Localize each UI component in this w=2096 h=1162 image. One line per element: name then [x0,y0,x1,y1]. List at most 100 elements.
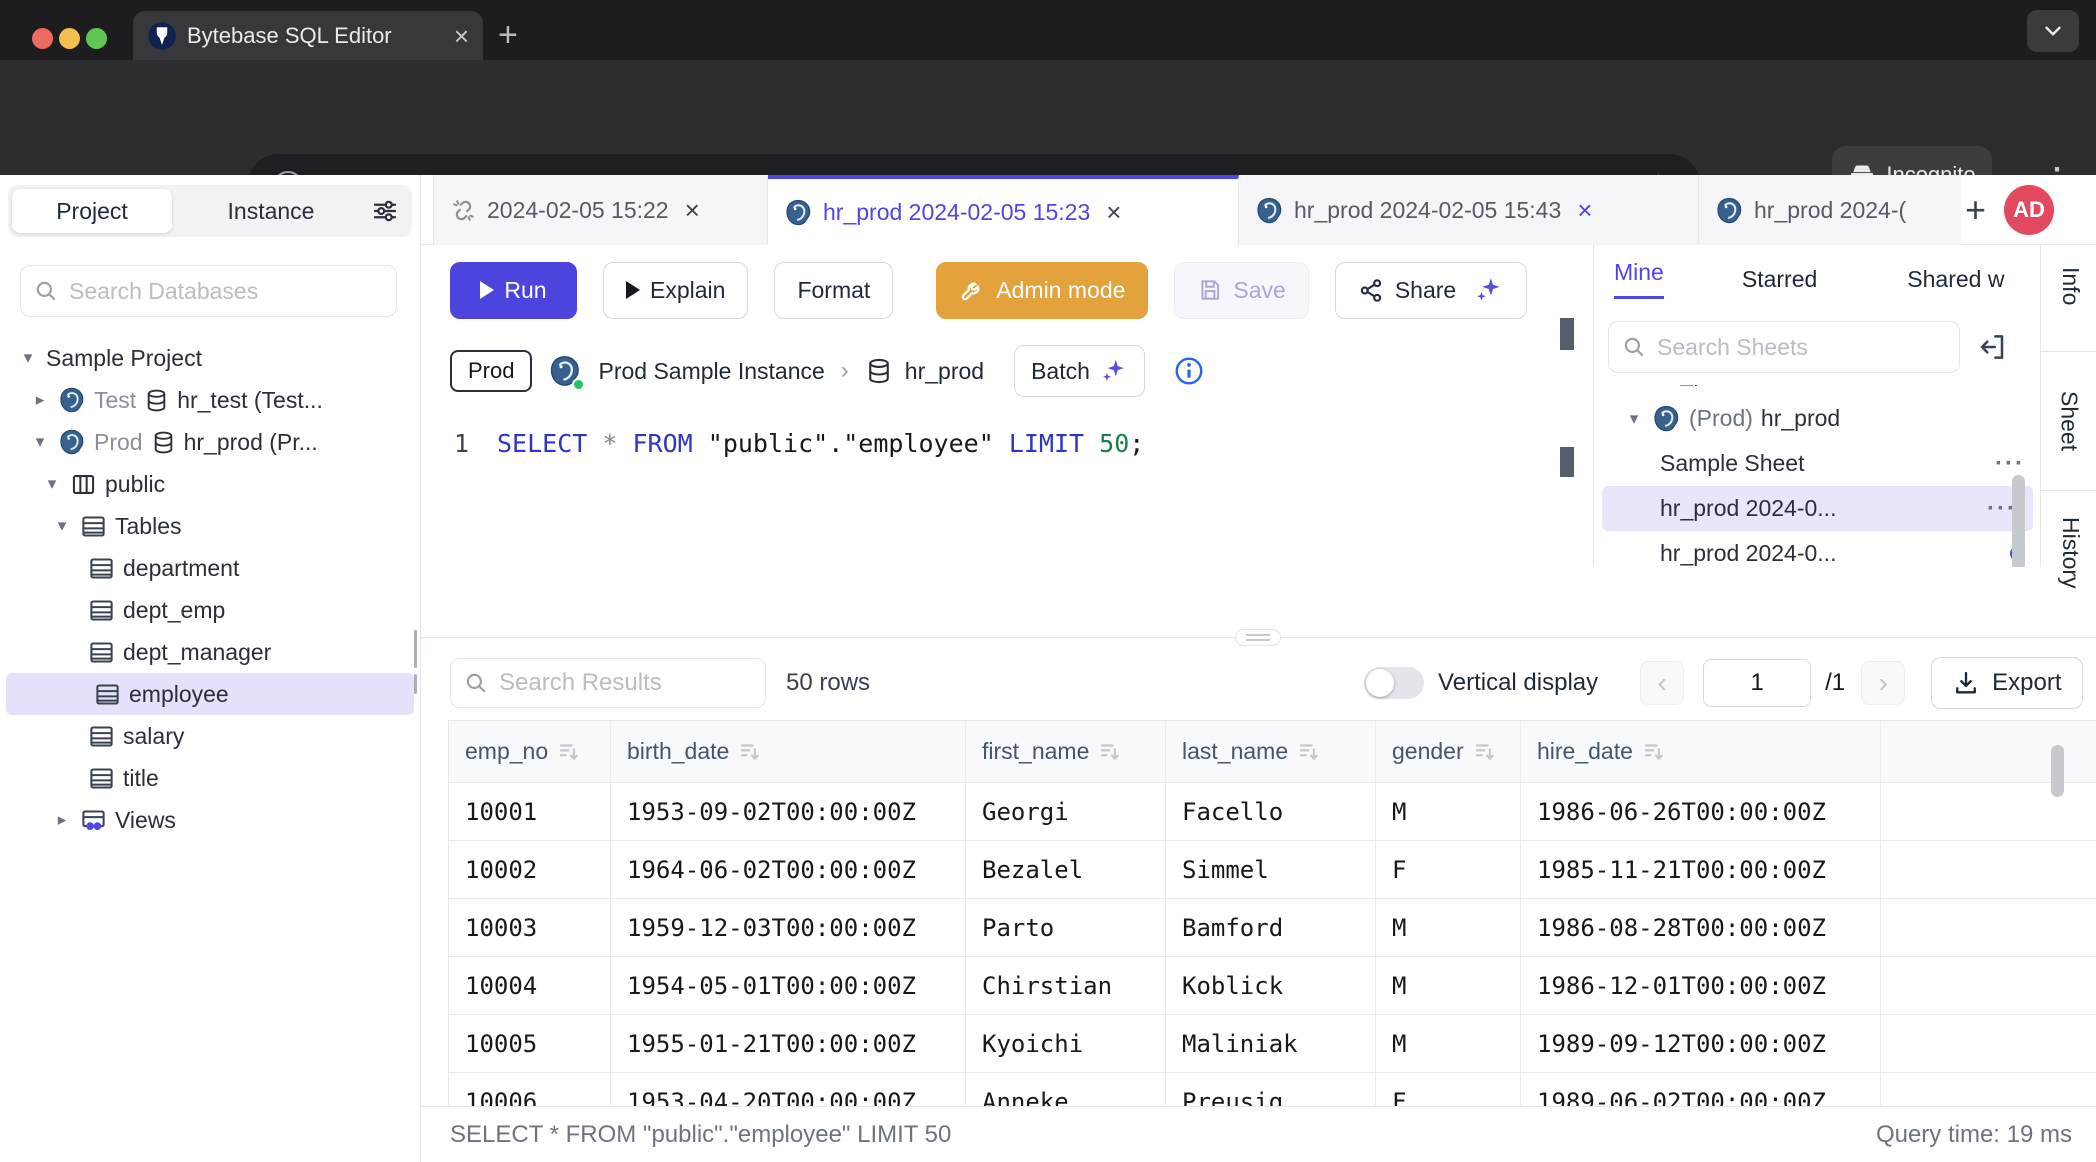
tab-shared[interactable]: Shared w [1907,266,2004,293]
window-close-button[interactable] [32,28,53,49]
save-button[interactable]: Save [1174,262,1308,319]
tree-item-table-salary[interactable]: salary [0,715,420,757]
tab-project[interactable]: Project [12,189,172,233]
cell[interactable]: 1985-11-21T00:00:00Z [1521,841,1881,899]
tab-instance[interactable]: Instance [172,198,370,225]
cell[interactable]: 1986-08-28T00:00:00Z [1521,899,1881,957]
side-tab-history[interactable]: History [2057,517,2084,589]
database-name[interactable]: hr_prod [905,358,984,385]
close-icon[interactable]: × [685,195,700,226]
search-results-input[interactable]: Search Results [450,658,766,708]
window-zoom-button[interactable] [86,28,107,49]
search-sheets-input[interactable]: Search Sheets [1608,321,1960,373]
table-row[interactable]: 10004 1954-05-01T00:00:00Z Chirstian Kob… [449,957,2096,1015]
sheet-item-sample[interactable]: Sample Sheet ··· [1594,441,2040,486]
search-databases-input[interactable]: Search Databases [20,265,397,317]
close-icon[interactable]: × [1106,197,1121,228]
sidebar-resize-handle[interactable] [414,630,417,694]
pane-resize-handle[interactable] [1235,629,1281,646]
cell[interactable]: 1953-04-20T00:00:00Z [611,1073,966,1106]
sheet-tab-1[interactable]: 2024-02-05 15:22 × [433,175,768,245]
sheet-item-clipped[interactable]: hr_prod 2024-0... [1594,385,2040,396]
cell[interactable]: 10002 [449,841,611,899]
cell[interactable]: Parto [966,899,1166,957]
column-header[interactable]: last_name [1166,721,1376,783]
tree-item-table-department[interactable]: department [0,547,420,589]
sheet-list-scrollbar[interactable] [2012,475,2025,567]
column-header[interactable]: first_name [966,721,1166,783]
table-row[interactable]: 10006 1953-04-20T00:00:00Z Anneke Preusi… [449,1073,2096,1106]
tree-item-table-dept-emp[interactable]: dept_emp [0,589,420,631]
cell[interactable]: F [1376,841,1521,899]
column-header[interactable]: gender [1376,721,1521,783]
cell[interactable]: Preusig [1166,1073,1376,1106]
column-header[interactable]: hire_date [1521,721,1881,783]
sheet-tab-4[interactable]: hr_prod 2024-( [1699,175,1961,245]
next-page-button[interactable]: › [1861,661,1905,705]
cell[interactable]: Facello [1166,783,1376,841]
tree-item-table-employee[interactable]: employee [6,673,414,715]
cell[interactable]: Anneke [966,1073,1166,1106]
sheet-tab-3[interactable]: hr_prod 2024-02-05 15:43 × [1239,175,1699,245]
close-icon[interactable]: × [1577,195,1592,226]
collapse-panel-icon[interactable] [1976,331,2008,363]
cell[interactable]: M [1376,957,1521,1015]
cell[interactable]: 1986-12-01T00:00:00Z [1521,957,1881,1015]
cell[interactable]: 10005 [449,1015,611,1073]
cell[interactable]: 1953-09-02T00:00:00Z [611,783,966,841]
cell[interactable]: Chirstian [966,957,1166,1015]
sheet-menu-icon[interactable]: ··· [1995,450,2025,478]
sort-icon[interactable] [1097,739,1123,765]
table-row[interactable]: 10002 1964-06-02T00:00:00Z Bezalel Simme… [449,841,2096,899]
cell[interactable]: 10006 [449,1073,611,1106]
sheet-tab-2-active[interactable]: hr_prod 2024-02-05 15:23 × [768,175,1239,245]
explain-button[interactable]: Explain [603,262,748,319]
user-avatar[interactable]: AD [2004,185,2054,235]
cell[interactable]: 10001 [449,783,611,841]
admin-mode-button[interactable]: Admin mode [936,262,1148,319]
tab-mine[interactable]: Mine [1614,259,1664,299]
cell[interactable]: Koblick [1166,957,1376,1015]
editor-scrollbar-mark[interactable] [1560,318,1574,350]
tree-item-tables-group[interactable]: ▾ Tables [0,505,420,547]
vertical-display-toggle[interactable] [1364,667,1424,699]
cell[interactable]: Georgi [966,783,1166,841]
tab-starred[interactable]: Starred [1742,266,1817,293]
cell[interactable]: 1964-06-02T00:00:00Z [611,841,966,899]
table-row[interactable]: 10001 1953-09-02T00:00:00Z Georgi Facell… [449,783,2096,841]
cell[interactable]: 1955-01-21T00:00:00Z [611,1015,966,1073]
format-button[interactable]: Format [774,262,893,319]
cell[interactable]: 1986-06-26T00:00:00Z [1521,783,1881,841]
column-header[interactable]: birth_date [611,721,966,783]
editor-scrollbar-mark[interactable] [1560,447,1574,477]
prev-page-button[interactable]: ‹ [1640,661,1684,705]
cell[interactable]: Simmel [1166,841,1376,899]
share-button[interactable]: Share [1335,262,1527,319]
sort-icon[interactable] [1472,739,1498,765]
tree-item-table-title[interactable]: title [0,757,420,799]
new-sheet-button[interactable]: + [1965,189,1986,231]
new-browser-tab-button[interactable]: + [498,16,518,55]
sheet-item-selected[interactable]: hr_prod 2024-0... ··· [1602,486,2033,531]
cell[interactable]: 10003 [449,899,611,957]
cell[interactable]: 1959-12-03T00:00:00Z [611,899,966,957]
column-header[interactable]: emp_no [449,721,611,783]
info-icon[interactable] [1173,355,1205,387]
export-button[interactable]: Export [1931,657,2082,709]
cell[interactable]: M [1376,1015,1521,1073]
cell[interactable]: 1989-09-12T00:00:00Z [1521,1015,1881,1073]
table-scrollbar[interactable] [2051,745,2064,797]
cell[interactable]: Bamford [1166,899,1376,957]
ai-sparkles-icon[interactable] [1474,275,1504,305]
browser-tab[interactable]: Bytebase SQL Editor × [133,11,483,60]
cell[interactable]: M [1376,899,1521,957]
sheet-group-hr-prod[interactable]: ▾ (Prod) hr_prod [1594,396,2040,441]
sort-icon[interactable] [1641,739,1667,765]
run-button[interactable]: Run [450,262,577,319]
filter-sliders-icon[interactable] [370,196,400,226]
sort-icon[interactable] [1296,739,1322,765]
tree-item-table-dept-manager[interactable]: dept_manager [0,631,420,673]
cell[interactable]: Bezalel [966,841,1166,899]
instance-name[interactable]: Prod Sample Instance [598,358,824,385]
cell[interactable]: 1954-05-01T00:00:00Z [611,957,966,1015]
